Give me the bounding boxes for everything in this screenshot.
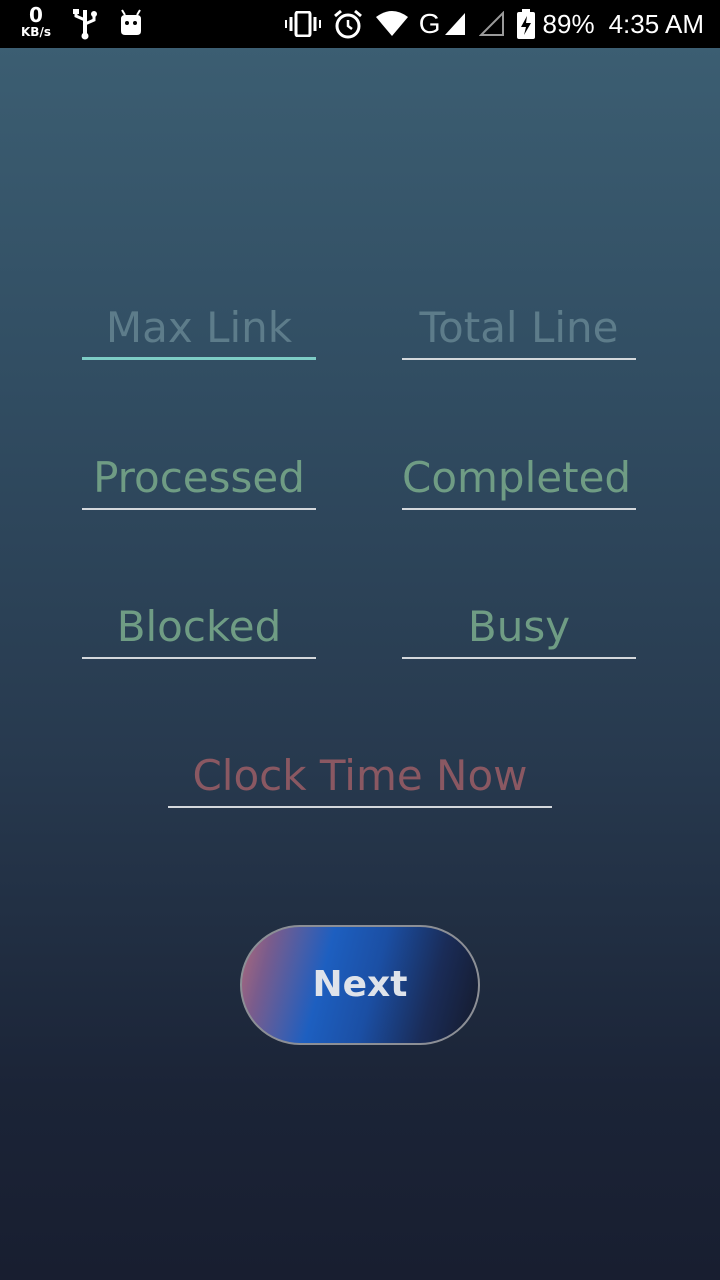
network-speed-value: 0 bbox=[29, 3, 43, 27]
network-speed: 0 KB/s bbox=[18, 5, 54, 38]
clock-time-field[interactable]: Clock Time Now bbox=[168, 744, 552, 808]
android-debug-icon bbox=[118, 9, 144, 41]
next-button[interactable]: Next bbox=[240, 925, 480, 1045]
alarm-icon bbox=[333, 9, 363, 39]
status-bar: 0 KB/s G 89% 4:35 AM bbox=[0, 0, 720, 48]
completed-field[interactable]: Completed bbox=[402, 446, 636, 510]
blocked-field[interactable]: Blocked bbox=[82, 595, 316, 659]
busy-field[interactable]: Busy bbox=[402, 595, 636, 659]
network-type: G bbox=[418, 8, 441, 39]
status-clock: 4:35 AM bbox=[608, 8, 704, 39]
network-speed-unit: KB/s bbox=[21, 25, 51, 39]
vibrate-icon bbox=[284, 11, 321, 37]
wifi-icon bbox=[375, 11, 409, 37]
signal-empty-icon bbox=[478, 11, 505, 37]
max-link-input[interactable]: Max Link bbox=[82, 296, 316, 360]
total-line-input[interactable]: Total Line bbox=[402, 296, 636, 360]
usb-icon bbox=[72, 8, 98, 44]
processed-field[interactable]: Processed bbox=[82, 446, 316, 510]
status-bar-right: G 89% 4:35 AM bbox=[273, 0, 704, 48]
battery-charging-icon bbox=[516, 9, 535, 39]
battery-percent: 89% bbox=[542, 8, 595, 39]
signal-icon bbox=[443, 11, 467, 37]
